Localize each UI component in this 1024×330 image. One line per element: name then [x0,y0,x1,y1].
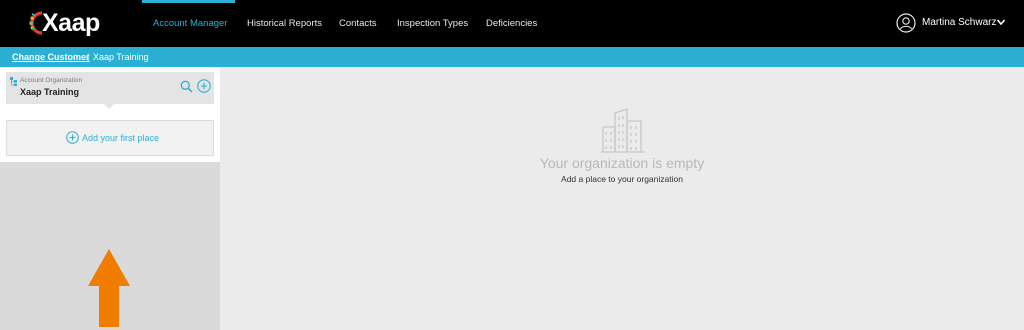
change-customer-link[interactable]: Change Customer [12,47,90,67]
plus-circle-icon[interactable] [197,79,211,93]
customer-name: Xaap Training [93,52,149,62]
plus-circle-icon [66,131,79,144]
user-name: Martina Schwarz [922,17,997,28]
organization-card[interactable]: Account Organization Xaap Training [6,72,214,104]
customer-bar: Change Customer | Xaap Training [0,47,1024,67]
breadcrumb-separator: | [87,52,90,62]
empty-state-title: Your organization is empty [539,155,705,171]
org-name: Xaap Training [20,87,80,97]
search-icon[interactable] [180,80,193,93]
logo-text: Xaap [42,9,100,37]
nav-contacts[interactable]: Contacts [339,0,377,47]
xaap-logo[interactable]: Xaap [28,8,108,38]
user-circle-icon [896,13,916,33]
nav-inspection-types[interactable]: Inspection Types [397,0,468,47]
buildings-icon [601,108,645,153]
orange-up-arrow-icon [88,249,130,327]
nav-historical-reports[interactable]: Historical Reports [247,0,322,47]
places-sidebar: Account Organization Xaap Training Add y… [0,67,220,330]
add-place-label: Add your first place [82,133,160,143]
empty-state-subtitle: Add a place to your organization [561,174,683,184]
org-card-pointer [104,104,114,109]
org-label: Account Organization [20,77,83,84]
nav-deficiencies[interactable]: Deficiencies [486,0,537,47]
add-first-place-button[interactable]: Add your first place [6,120,214,156]
sidebar-panel: Account Organization Xaap Training Add y… [0,67,220,162]
top-navbar: Xaap Account Manager Historical Reports … [0,0,1024,47]
chevron-down-icon[interactable] [996,17,1006,27]
nav-account-manager[interactable]: Account Manager [153,0,227,47]
org-tree-icon [10,77,17,86]
main-content: Your organization is empty Add a place t… [220,67,1024,330]
